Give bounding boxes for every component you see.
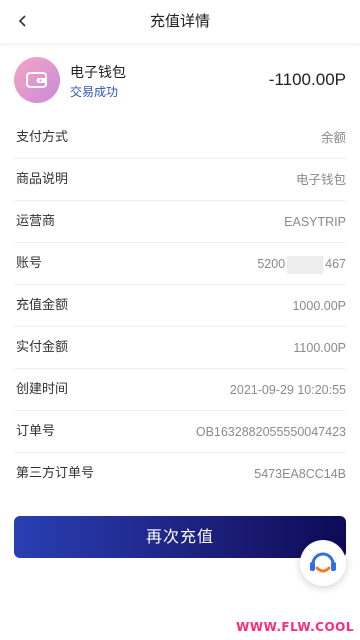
detail-value: 1100.00P	[293, 341, 346, 355]
recharge-detail-page: 充值详情 电子钱包 交易成功 -1100.00P 支付方式 余额 商品说明 电子…	[0, 0, 360, 640]
customer-service-icon	[310, 552, 336, 573]
detail-value: 2021-09-29 10:20:55	[229, 383, 346, 397]
detail-value-account: 5200 467	[257, 243, 346, 285]
page-title: 充值详情	[149, 12, 210, 30]
account-mask	[287, 255, 324, 274]
detail-label: 账号	[16, 256, 43, 271]
detail-row-account: 账号 5200 467	[14, 243, 346, 285]
detail-label: 支付方式	[16, 130, 69, 145]
detail-value: 余额	[320, 131, 346, 145]
detail-label: 第三方订单号	[16, 466, 95, 481]
detail-label: 充值金额	[16, 298, 69, 313]
detail-row-order-number: 订单号 OB1632882055550047423	[14, 411, 346, 453]
detail-row-third-party-order-number: 第三方订单号 5473EA8CC14B	[14, 453, 346, 495]
transaction-amount: -1100.00P	[268, 70, 346, 89]
top-nav-bar: 充值详情	[0, 0, 360, 43]
detail-value: EASYTRIP	[284, 215, 346, 229]
detail-value: 电子钱包	[295, 173, 346, 187]
transaction-summary: 电子钱包 交易成功 -1100.00P	[0, 52, 360, 114]
detail-value: OB1632882055550047423	[195, 425, 346, 439]
account-suffix: 467	[325, 257, 346, 271]
status-badge: 交易成功	[70, 85, 119, 99]
detail-label: 订单号	[16, 424, 56, 439]
wallet-avatar	[14, 57, 60, 103]
detail-row-product-description: 商品说明 电子钱包	[14, 159, 346, 201]
product-name: 电子钱包	[70, 65, 126, 81]
detail-row-paid-amount: 实付金额 1100.00P	[14, 327, 346, 369]
detail-row-recharge-amount: 充值金额 1000.00P	[14, 285, 346, 327]
customer-service-button[interactable]	[300, 540, 346, 586]
wallet-icon	[26, 72, 47, 88]
recharge-again-button[interactable]: 再次充值	[14, 516, 346, 558]
watermark-text: WWW.FLW.COOL	[236, 620, 354, 634]
detail-label: 运营商	[16, 214, 56, 229]
detail-label: 商品说明	[16, 172, 69, 187]
detail-row-created-time: 创建时间 2021-09-29 10:20:55	[14, 369, 346, 411]
detail-list: 支付方式 余额 商品说明 电子钱包 运营商 EASYTRIP 账号 5200 46…	[0, 117, 360, 495]
detail-row-operator: 运营商 EASYTRIP	[14, 201, 346, 243]
detail-label: 实付金额	[16, 340, 69, 355]
detail-row-payment-method: 支付方式 余额	[14, 117, 346, 159]
detail-label: 创建时间	[16, 382, 69, 397]
account-prefix: 5200	[257, 257, 286, 271]
detail-value: 1000.00P	[292, 299, 346, 313]
detail-value: 5473EA8CC14B	[254, 467, 346, 481]
